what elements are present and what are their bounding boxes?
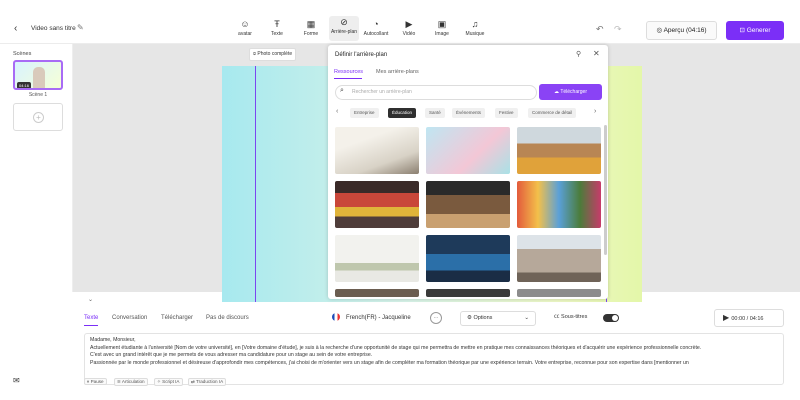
category-chip[interactable]: Entreprise: [350, 108, 379, 118]
tab-text[interactable]: Texte: [84, 315, 98, 321]
upload-button[interactable]: ☁ Télécharger: [539, 84, 602, 100]
background-thumbnail[interactable]: [517, 127, 601, 174]
voice-settings-icon[interactable]: ···: [430, 312, 442, 324]
voice-selector[interactable]: French(FR) - Jacqueline: [332, 311, 411, 325]
redo-icon[interactable]: ↷: [614, 24, 622, 35]
background-thumbnail[interactable]: [517, 235, 601, 282]
tab-upload[interactable]: Télécharger: [161, 315, 193, 321]
search-input[interactable]: Rechercher un arrière-plan: [335, 85, 537, 100]
tool-avatar[interactable]: ☺ avatar: [230, 18, 260, 37]
background-thumbnail[interactable]: [335, 289, 419, 297]
tool-sticker[interactable]: ◔ Autocollant: [361, 18, 391, 37]
modal-title: Définir l'arrière-plan: [335, 52, 388, 58]
modal-scrollbar[interactable]: [604, 125, 607, 255]
tool-shape[interactable]: ▦ Forme: [296, 18, 326, 37]
scene-1-label: Scène 1: [28, 92, 48, 98]
category-chip[interactable]: Événements: [452, 108, 486, 118]
sticker-icon: ◔: [373, 19, 379, 29]
scene-1-thumbnail[interactable]: 04:16: [13, 60, 63, 90]
back-arrow-icon[interactable]: ‹: [14, 23, 17, 34]
text-icon: Ŧ: [274, 19, 280, 29]
generate-icon: ⊡: [739, 27, 747, 34]
pin-icon[interactable]: ⚲: [576, 50, 581, 58]
edit-pencil-icon[interactable]: ✎: [77, 23, 84, 32]
chevron-right-icon[interactable]: ›: [594, 108, 596, 115]
french-flag-icon: [332, 313, 340, 322]
avatar-figure: [33, 67, 45, 88]
background-thumbnail[interactable]: [517, 289, 601, 297]
shapes-icon: ▦: [306, 19, 316, 29]
collapse-chevron-icon[interactable]: ⌄: [88, 296, 93, 303]
background-thumbnail[interactable]: [426, 127, 510, 174]
tool-background[interactable]: ⊘ Arrière-plan: [329, 16, 359, 41]
generate-button[interactable]: ⊡ Generer: [726, 21, 784, 40]
scenes-heading: Scènes: [13, 51, 32, 57]
background-thumbnail[interactable]: [426, 289, 510, 297]
tool-image[interactable]: ▣ Image: [427, 18, 457, 37]
subtitles-toggle[interactable]: [603, 314, 619, 322]
music-icon: ♫: [471, 19, 479, 29]
tab-resources[interactable]: Ressources: [334, 69, 363, 75]
tab-underline: [334, 78, 362, 79]
background-thumbnail[interactable]: [426, 235, 510, 282]
background-thumbnail[interactable]: [335, 181, 419, 228]
category-chip[interactable]: Santé: [425, 108, 445, 118]
background-thumbnail[interactable]: [517, 181, 601, 228]
tab-my-backgrounds[interactable]: Mes arrière-plans: [376, 69, 419, 75]
plus-icon: +: [33, 112, 44, 123]
background-thumbnail[interactable]: [335, 235, 419, 282]
video-icon: ▶: [405, 19, 413, 29]
category-chip[interactable]: Commerce de détail: [528, 108, 577, 118]
tool-text[interactable]: Ŧ Texte: [262, 18, 292, 37]
options-dropdown[interactable]: ⚙ Options ⌄: [460, 311, 536, 326]
ai-translate-button[interactable]: ⇄ Traduction IA: [188, 378, 227, 386]
add-scene-button[interactable]: +: [13, 103, 63, 131]
tab-no-speech[interactable]: Pas de discours: [206, 315, 249, 321]
chevron-left-icon[interactable]: ‹: [336, 108, 338, 115]
tool-music[interactable]: ♫ Musique: [460, 18, 490, 37]
avatar-icon: ☺: [240, 19, 250, 29]
category-chip-active[interactable]: Éducation: [388, 108, 417, 118]
play-control[interactable]: ▶ 00:00 / 04:16: [714, 309, 784, 327]
tab-underline: [84, 325, 98, 326]
background-thumbnail[interactable]: [335, 127, 419, 174]
background-thumbnail[interactable]: [426, 181, 510, 228]
undo-icon[interactable]: ↶: [596, 24, 604, 35]
selection-guide-left: [255, 66, 256, 302]
ai-script-button[interactable]: ✧ Script IA: [154, 378, 183, 386]
pause-button[interactable]: ⏸ Pause: [84, 378, 107, 385]
cc-icon: ㏄: [554, 314, 562, 320]
background-icon: ⊘: [340, 17, 348, 27]
preview-button[interactable]: ◎ Aperçu (04:16): [646, 21, 717, 40]
background-modal: Définir l'arrière-plan ⚲ ✕ Ressources Me…: [328, 45, 608, 299]
image-icon: ▣: [437, 19, 447, 29]
close-icon[interactable]: ✕: [593, 49, 600, 58]
tool-video[interactable]: ▶ Vidéo: [394, 18, 424, 37]
mail-icon[interactable]: ✉: [13, 376, 20, 385]
articulation-button[interactable]: ≋ Articulation: [114, 378, 148, 386]
tab-conversation[interactable]: Conversation: [112, 315, 147, 321]
project-title[interactable]: Video sans titre: [31, 25, 76, 32]
chevron-down-icon: ⌄: [524, 315, 529, 321]
scene-duration: 04:16: [17, 82, 32, 88]
preview-icon: ◎: [656, 27, 664, 34]
photo-complete-button[interactable]: ⍝ Photo complète: [249, 48, 297, 61]
category-chip[interactable]: Festive: [495, 108, 518, 118]
